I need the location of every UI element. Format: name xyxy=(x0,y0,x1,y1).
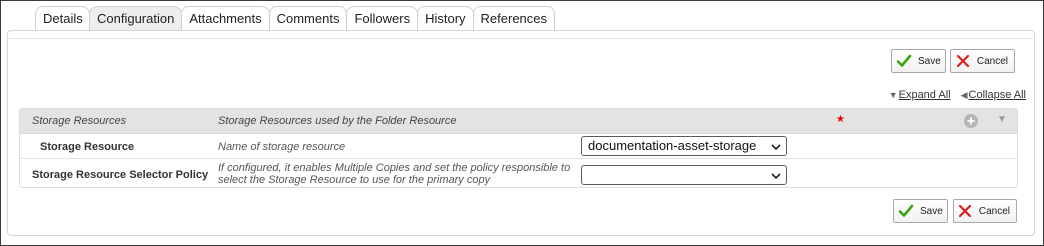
expand-all[interactable]: ▼Expand All xyxy=(889,89,951,101)
tab-attachments[interactable]: Attachments xyxy=(181,6,270,31)
table-row: Storage Resource Selector Policy If conf… xyxy=(20,158,1017,187)
cancel-button-top[interactable]: Cancel xyxy=(950,49,1015,73)
save-button-top[interactable]: Save xyxy=(891,49,946,73)
x-icon xyxy=(955,53,971,69)
storage-resource-select[interactable]: documentation-asset-storage xyxy=(581,136,787,156)
field-description: Name of storage resource xyxy=(218,141,346,153)
expand-all-link[interactable]: Expand All xyxy=(899,89,951,101)
group-name: Storage Resources xyxy=(32,115,127,127)
save-button-bottom[interactable]: Save xyxy=(893,199,948,223)
field-description: If configured, it enables Multiple Copie… xyxy=(218,162,571,186)
triangle-down-icon[interactable]: ▼ xyxy=(997,114,1007,125)
select-value: documentation-asset-storage xyxy=(588,138,757,153)
table-row: Storage Resource Name of storage resourc… xyxy=(20,133,1017,158)
selector-policy-select[interactable] xyxy=(581,165,787,185)
tab-comments[interactable]: Comments xyxy=(268,6,348,31)
group-description: Storage Resources used by the Folder Res… xyxy=(218,115,457,127)
required-star-icon: ★ xyxy=(836,114,845,125)
field-label: Storage Resource xyxy=(40,141,135,153)
tab-references[interactable]: References xyxy=(472,6,556,31)
chevron-down-icon xyxy=(771,167,781,187)
field-label: Storage Resource Selector Policy xyxy=(32,169,209,181)
save-label: Save xyxy=(918,55,941,67)
tab-configuration[interactable]: Configuration xyxy=(89,6,183,31)
storage-resources-table: Storage Resources Storage Resources used… xyxy=(19,108,1018,188)
check-icon xyxy=(896,53,912,69)
tab-followers[interactable]: Followers xyxy=(346,6,419,31)
triangle-down-icon: ▼ xyxy=(888,90,898,100)
tab-bar: Details Configuration Attachments Commen… xyxy=(35,6,556,31)
save-label: Save xyxy=(920,205,943,217)
chevron-down-icon xyxy=(771,138,781,158)
expand-collapse-controls: ▼Expand All ◀Collapse All xyxy=(889,89,1026,101)
plus-circle-icon[interactable] xyxy=(964,114,978,128)
collapse-all-link[interactable]: Collapse All xyxy=(969,89,1026,101)
group-header-row: Storage Resources Storage Resources used… xyxy=(20,109,1017,133)
x-icon xyxy=(958,203,973,219)
tab-history[interactable]: History xyxy=(417,6,474,31)
collapse-all[interactable]: ◀Collapse All xyxy=(961,89,1026,101)
tab-details[interactable]: Details xyxy=(35,6,90,31)
cancel-label: Cancel xyxy=(976,55,1008,67)
check-icon xyxy=(898,203,914,219)
cancel-label: Cancel xyxy=(978,205,1010,217)
triangle-left-icon: ◀ xyxy=(960,90,968,100)
cancel-button-bottom[interactable]: Cancel xyxy=(953,199,1017,223)
